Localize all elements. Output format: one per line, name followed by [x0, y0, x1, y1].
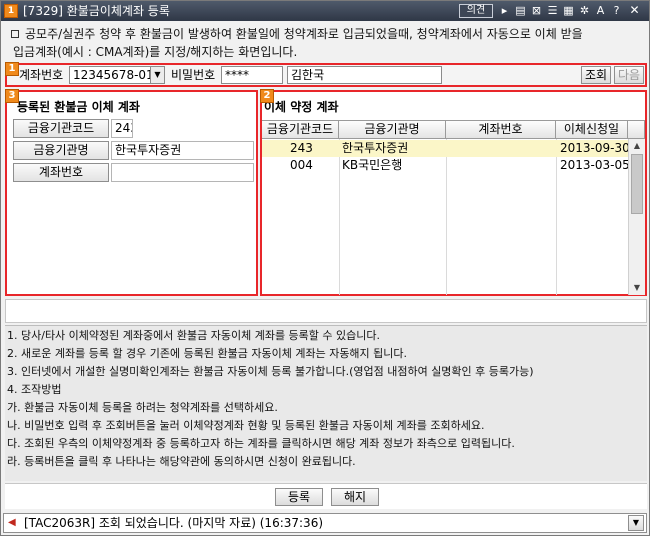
close-icon[interactable]: ✕	[628, 4, 641, 17]
note-line: 1. 당사/타사 이체약정된 계좌중에서 환불금 자동이체 계좌를 등록할 수 …	[7, 329, 381, 342]
table-row[interactable]: 243 한국투자증권 2013-09-30	[262, 140, 630, 157]
note-line: 4. 조작방법	[7, 383, 62, 396]
password-field[interactable]: ****	[221, 66, 283, 84]
pin-icon[interactable]: ▸	[498, 4, 511, 17]
speaker-icon: ◀	[8, 517, 16, 528]
note-line: 3. 인터넷에서 개설한 실명미확인계좌는 환불금 자동이체 등록 불가합니다.…	[7, 365, 534, 378]
note-line: 다. 조회된 우측의 이체약정계좌 중 등록하고자 하는 계좌를 클릭하시면 해…	[7, 437, 515, 450]
account-number-value: 12345678-01	[73, 68, 154, 82]
app-icon: 1	[4, 4, 18, 18]
table-row[interactable]: 004 KB국민은행 2013-03-05	[262, 157, 630, 174]
row-bank-code: 004	[290, 158, 313, 172]
row-date: 2013-09-30	[560, 141, 630, 155]
notes-panel: 1. 당사/타사 이체약정된 계좌중에서 환불금 자동이체 계좌를 등록할 수 …	[5, 325, 647, 481]
grid-icon[interactable]: ▦	[562, 4, 575, 17]
column-header-account-no[interactable]: 계좌번호	[446, 121, 556, 139]
description-line-1: 공모주/실권주 청약 후 환불금이 발생하여 환불일에 청약계좌로 입금되었을때…	[25, 27, 583, 41]
font-icon[interactable]: A	[594, 4, 607, 17]
chevron-down-icon[interactable]: ▼	[150, 67, 164, 83]
bullet-icon	[11, 30, 19, 38]
description-line-2: 입금계좌(예시 : CMA계좌)를 지정/해지하는 화면입니다.	[13, 45, 298, 59]
opinion-button[interactable]: 의견	[459, 4, 493, 18]
marker-2: 2	[260, 89, 274, 103]
action-bar: 등록 해지	[5, 483, 647, 509]
print-icon[interactable]: ⊠	[530, 4, 543, 17]
empty-panel	[5, 299, 647, 323]
column-header-bank-name[interactable]: 금융기관명	[339, 121, 446, 139]
column-header-bank-code[interactable]: 금융기관코드	[262, 121, 339, 139]
row-date: 2013-03-05	[560, 158, 630, 172]
scroll-down-icon[interactable]: ▼	[629, 281, 645, 295]
agreed-accounts-table: 금융기관코드 금융기관명 계좌번호 이체신청일 243 한국투자증권 2013-…	[262, 120, 645, 295]
settings-icon[interactable]: ✲	[578, 4, 591, 17]
bank-name-value: 한국투자증권	[111, 141, 254, 160]
agreed-section-title: 이체 약정 계좌	[264, 100, 339, 114]
status-message: [TAC2063R] 조회 되었습니다. (마지막 자료) (16:37:36)	[24, 516, 324, 530]
bank-code-label: 금융기관코드	[13, 119, 109, 138]
vertical-scrollbar[interactable]: ▲ ▼	[628, 139, 645, 295]
row-bank-code: 243	[290, 141, 313, 155]
bank-name-label: 금융기관명	[13, 141, 109, 160]
scroll-up-icon[interactable]: ▲	[629, 139, 645, 153]
account-no-label: 계좌번호	[13, 163, 109, 182]
chevron-down-icon[interactable]: ▼	[628, 515, 644, 531]
marker-1: 1	[5, 62, 19, 76]
registered-section-title: 등록된 환불금 이체 계좌	[17, 100, 140, 114]
note-line: 라. 등록버튼을 클릭 후 나타나는 해당약관에 동의하시면 신청이 완료됩니다…	[7, 455, 356, 468]
password-label: 비밀번호	[171, 68, 216, 82]
column-header-date[interactable]: 이체신청일	[556, 121, 628, 139]
list-icon[interactable]: ☰	[546, 4, 559, 17]
register-button[interactable]: 등록	[275, 488, 323, 506]
scroll-thumb[interactable]	[631, 154, 643, 214]
account-holder-name: 김한국	[287, 66, 442, 84]
account-no-value	[111, 163, 254, 182]
status-bar: ◀ [TAC2063R] 조회 되었습니다. (마지막 자료) (16:37:3…	[3, 513, 647, 533]
note-line: 가. 환불금 자동이체 등록을 하려는 청약계좌를 선택하세요.	[7, 401, 278, 414]
note-line: 2. 새로운 계좌를 등록 할 경우 기존에 등록된 환불금 자동이체 계좌는 …	[7, 347, 408, 360]
window-title: [7329] 환불금이체계좌 등록	[23, 4, 170, 18]
column-header-corner	[628, 121, 645, 139]
marker-3: 3	[5, 89, 19, 103]
help-icon[interactable]: ?	[610, 4, 623, 17]
book-icon[interactable]: ▤	[514, 4, 527, 17]
bank-code-value: 243	[111, 119, 133, 138]
screen-description: 공모주/실권주 청약 후 환불금이 발생하여 환불일에 청약계좌로 입금되었을때…	[11, 25, 641, 61]
account-number-label: 계좌번호	[19, 68, 64, 82]
note-line: 나. 비밀번호 입력 후 조회버튼을 눌러 이체약정계좌 현황 및 등록된 환불…	[7, 419, 485, 432]
query-button[interactable]: 조회	[581, 66, 611, 84]
next-button[interactable]: 다음	[614, 66, 644, 84]
account-number-select[interactable]: 12345678-01 ▼	[69, 66, 165, 84]
app-window: 1 [7329] 환불금이체계좌 등록 의견 ▸ ▤ ⊠ ☰ ▦ ✲ A ? ✕…	[0, 0, 650, 536]
title-bar: 1 [7329] 환불금이체계좌 등록 의견 ▸ ▤ ⊠ ☰ ▦ ✲ A ? ✕	[1, 1, 649, 21]
account-search-panel: 계좌번호 12345678-01 ▼ 비밀번호 **** 김한국 조회 다음	[5, 63, 647, 87]
row-bank-name: 한국투자증권	[342, 141, 409, 155]
registered-account-panel: 등록된 환불금 이체 계좌 금융기관코드 243 금융기관명 한국투자증권 계좌…	[5, 90, 258, 296]
cancel-button[interactable]: 해지	[331, 488, 379, 506]
agreed-accounts-panel: 이체 약정 계좌 금융기관코드 금융기관명 계좌번호 이체신청일 243 한국투…	[260, 90, 647, 296]
row-bank-name: KB국민은행	[342, 158, 403, 172]
